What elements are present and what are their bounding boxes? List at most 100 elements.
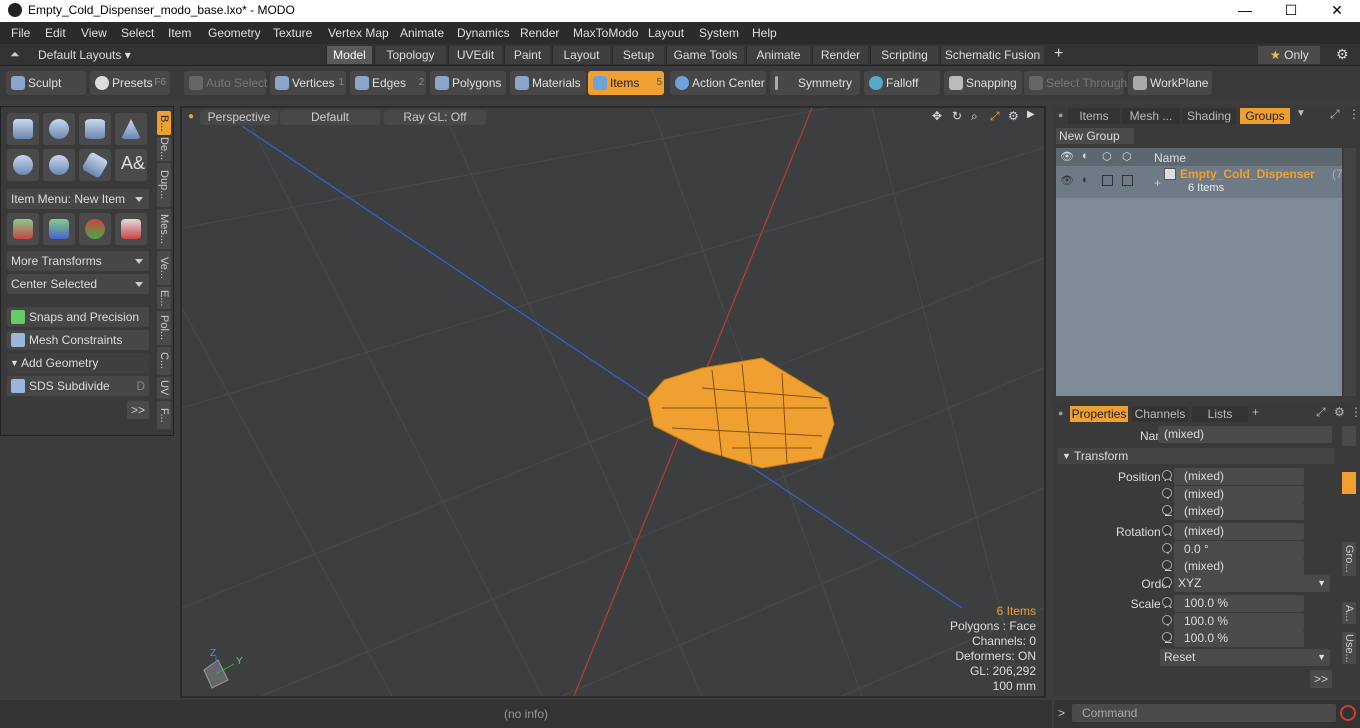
command-input[interactable]: Command	[1072, 704, 1336, 722]
sds-subdivide-button[interactable]: SDS Subdivide D	[7, 376, 149, 396]
tab-mesh[interactable]: Mesh ...	[1122, 108, 1180, 124]
props-side-tab-groups[interactable]: Gro...	[1342, 542, 1356, 576]
tab-schematic-fusion[interactable]: Schematic Fusion	[940, 46, 1044, 64]
vertices-button[interactable]: Vertices 1	[270, 71, 346, 95]
tab-dropdown-icon[interactable]: ▼	[1296, 108, 1306, 119]
tab-items[interactable]: Items	[1068, 108, 1120, 124]
vtab-mesh-edit[interactable]: Mes...	[157, 209, 171, 249]
move-tool-button[interactable]	[7, 213, 39, 245]
symmetry-button[interactable]: Symmetry	[770, 71, 860, 95]
sculpt-button[interactable]: Sculpt	[6, 71, 86, 95]
zoom-icon[interactable]: ⌕	[971, 109, 978, 124]
tab-channels[interactable]: Channels	[1132, 406, 1188, 422]
tab-scripting[interactable]: Scripting	[870, 46, 938, 64]
shading-mode-button[interactable]: Default	[280, 110, 380, 125]
vtab-deform[interactable]: De...	[157, 137, 171, 161]
only-toggle[interactable]: ★ Only	[1258, 46, 1320, 64]
select-through-button[interactable]: Select Through	[1024, 71, 1127, 95]
props-options-icon[interactable]: ⋮	[1350, 405, 1360, 419]
vtab-edge[interactable]: E...	[157, 287, 171, 309]
tab-groups[interactable]: Groups	[1240, 108, 1290, 124]
menu-file[interactable]: File	[11, 26, 30, 40]
position-x-field[interactable]: (mixed)	[1174, 468, 1304, 485]
vtab-polygon[interactable]: Pol...	[157, 311, 171, 345]
snaps-precision-button[interactable]: Snaps and Precision	[7, 307, 149, 327]
name-column-header[interactable]: Name	[1154, 151, 1186, 165]
props-maximize-icon[interactable]: ⤢	[1316, 405, 1326, 420]
items-button[interactable]: Items 5	[588, 71, 664, 95]
rotation-z-anim-icon[interactable]	[1162, 560, 1172, 570]
menu-help[interactable]: Help	[752, 26, 777, 40]
props-side-tab-active[interactable]	[1342, 472, 1356, 494]
fit-icon[interactable]: ⤢	[990, 109, 1000, 124]
menu-system[interactable]: System	[699, 26, 739, 40]
row-expand-icon[interactable]: +	[1154, 176, 1161, 190]
transform-tool-button[interactable]	[115, 213, 147, 245]
rotation-y-anim-icon[interactable]	[1162, 543, 1172, 553]
vtab-fusion[interactable]: F...	[157, 401, 171, 429]
center-selected-dropdown[interactable]: Center Selected	[7, 274, 149, 294]
pan-icon[interactable]: ✥	[932, 109, 942, 123]
props-expand-button[interactable]: >>	[1310, 670, 1332, 688]
tab-render[interactable]: Render	[812, 46, 868, 64]
scale-z-anim-icon[interactable]	[1162, 632, 1172, 642]
expand-panel-button[interactable]: >>	[127, 401, 149, 419]
cylinder-tool-button[interactable]	[79, 113, 111, 145]
record-icon[interactable]	[1340, 705, 1356, 721]
scale-x-anim-icon[interactable]	[1162, 597, 1172, 607]
vtab-vertex[interactable]: Ve...	[157, 251, 171, 285]
row-select-checkbox[interactable]	[1122, 175, 1133, 186]
add-props-tab-button[interactable]: +	[1252, 405, 1259, 419]
scale-y-anim-icon[interactable]	[1162, 615, 1172, 625]
props-side-tab-assembly[interactable]: A...	[1342, 602, 1356, 624]
panel-maximize-icon[interactable]: ⤢	[1330, 107, 1340, 122]
new-group-button[interactable]: New Group	[1056, 128, 1134, 144]
polygons-button[interactable]: Polygons	[430, 71, 506, 95]
viewport-expand-icon[interactable]: ▶	[1027, 109, 1035, 120]
scale-y-field[interactable]: 100.0 %	[1174, 613, 1304, 630]
snapping-button[interactable]: Snapping	[944, 71, 1022, 95]
falloff-button[interactable]: Falloff	[864, 71, 940, 95]
torus-tool-button[interactable]	[7, 149, 39, 181]
tab-animate[interactable]: Animate	[746, 46, 810, 64]
scale-x-field[interactable]: 100.0 %	[1174, 595, 1304, 612]
vtab-basic[interactable]: B...	[157, 111, 171, 135]
row-render-icon[interactable]: ◐	[1082, 174, 1089, 186]
menu-item[interactable]: Item	[168, 26, 191, 40]
panel-options-icon[interactable]: ⋮	[1348, 107, 1360, 121]
layout-collapse-icon[interactable]: ⏶	[10, 47, 20, 62]
rotate-tool-button[interactable]	[43, 213, 75, 245]
visibility-column-icon[interactable]: 👁	[1060, 150, 1074, 163]
order-anim-icon[interactable]	[1162, 577, 1172, 587]
minimize-button[interactable]: —	[1222, 0, 1268, 22]
viewport-settings-icon[interactable]: ⚙	[1008, 109, 1019, 123]
row-lock-checkbox[interactable]	[1102, 175, 1113, 186]
tab-topology[interactable]: Topology	[374, 46, 446, 64]
tab-layout[interactable]: Layout	[552, 46, 610, 64]
panel-menu-icon[interactable]: ●	[1058, 110, 1063, 120]
tab-uvedit[interactable]: UVEdit	[448, 46, 502, 64]
position-z-anim-icon[interactable]	[1162, 505, 1172, 515]
scale-z-field[interactable]: 100.0 %	[1174, 630, 1304, 647]
position-x-anim-icon[interactable]	[1162, 470, 1172, 480]
select-column-icon[interactable]: ⬡	[1122, 150, 1132, 163]
menu-dynamics[interactable]: Dynamics	[457, 26, 510, 40]
props-side-tab-top[interactable]	[1342, 426, 1356, 446]
mesh-constraints-button[interactable]: Mesh Constraints	[7, 330, 149, 350]
position-z-field[interactable]: (mixed)	[1174, 503, 1304, 520]
tab-model[interactable]: Model	[326, 46, 372, 64]
layout-preset-dropdown[interactable]: Default Layouts ▾	[38, 48, 131, 62]
props-settings-icon[interactable]: ⚙	[1334, 405, 1345, 419]
menu-render[interactable]: Render	[520, 26, 559, 40]
tab-properties[interactable]: Properties	[1070, 406, 1128, 422]
sphere-tool-button[interactable]	[43, 113, 75, 145]
auto-select-button[interactable]: Auto Select	[184, 71, 267, 95]
position-y-field[interactable]: (mixed)	[1174, 486, 1304, 503]
tab-lists[interactable]: Lists	[1192, 406, 1248, 422]
menu-select[interactable]: Select	[121, 26, 154, 40]
gear-icon[interactable]: ⚙	[1336, 46, 1349, 63]
props-menu-icon[interactable]: ●	[1058, 408, 1063, 418]
capsule-tool-button[interactable]	[43, 149, 75, 181]
menu-edit[interactable]: Edit	[45, 26, 66, 40]
tab-setup[interactable]: Setup	[612, 46, 664, 64]
